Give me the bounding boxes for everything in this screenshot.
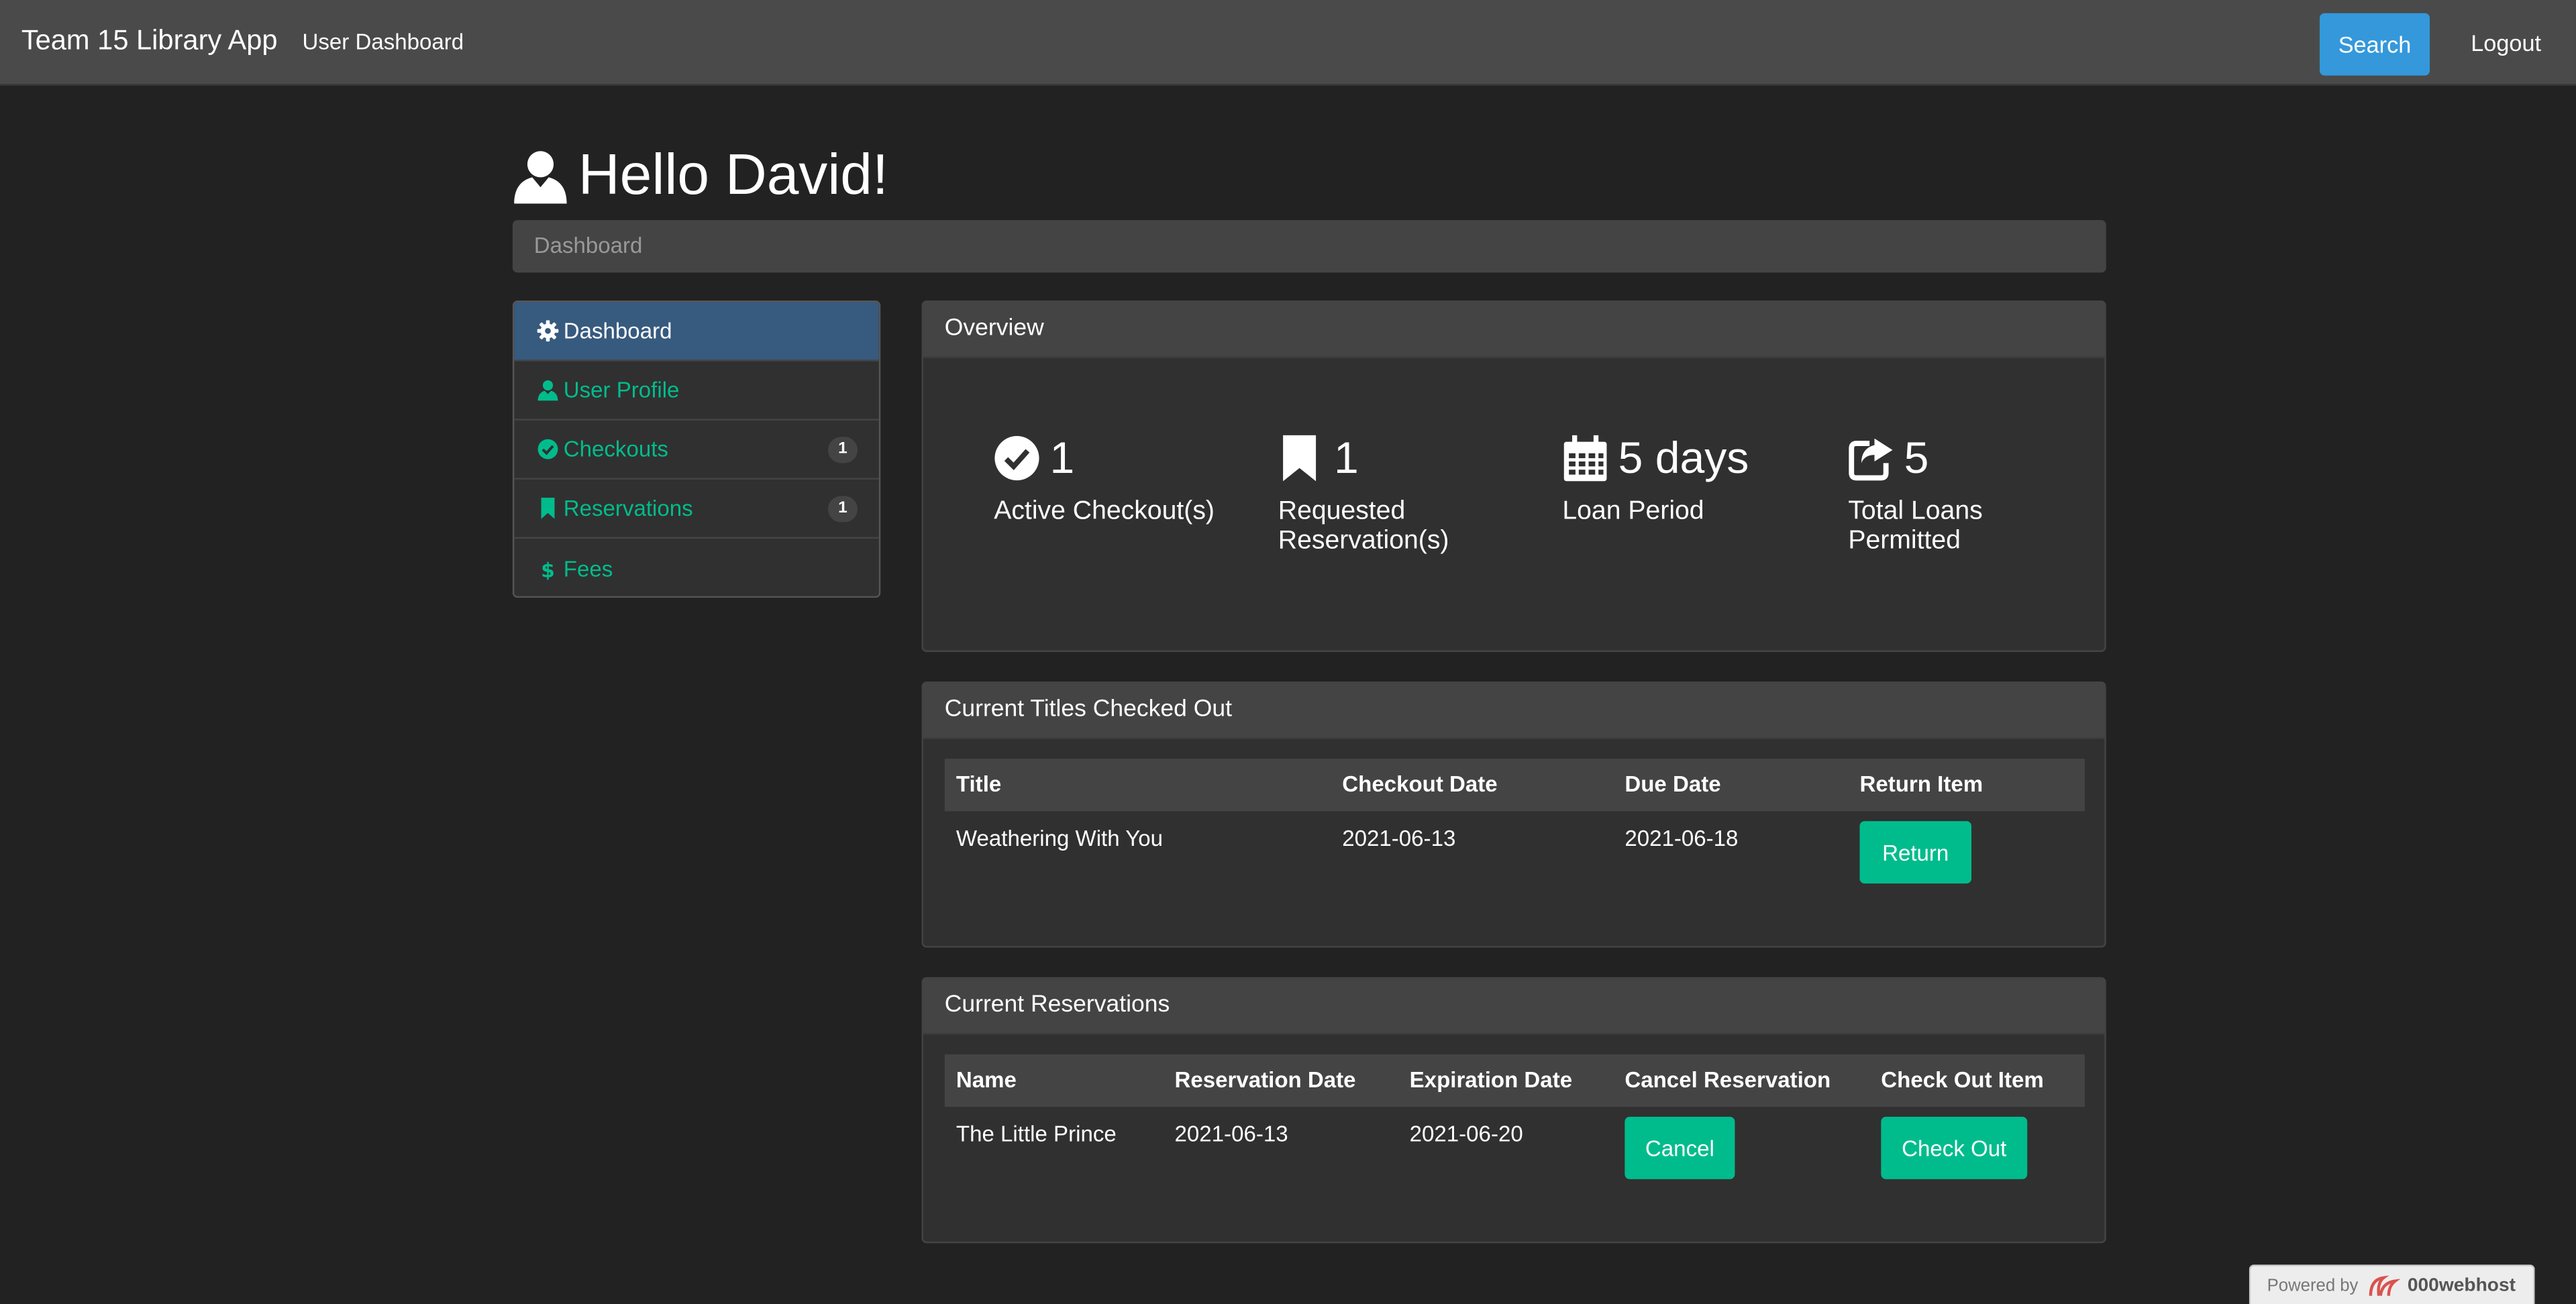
reservations-heading: Current Reservations <box>923 979 2105 1035</box>
column-header: Name <box>956 1067 1017 1093</box>
name-cell: The Little Prince <box>956 1122 1117 1146</box>
stat-label: Total Loans Permitted <box>1848 497 1983 555</box>
checkout-date-cell: 2021-06-13 <box>1342 826 1456 851</box>
check-out-button[interactable]: Check Out <box>1881 1116 2028 1179</box>
sidebar-item-fees[interactable]: $ Fees <box>514 539 879 596</box>
calendar-icon <box>1563 435 1607 482</box>
due-date-cell: 2021-06-18 <box>1625 826 1739 851</box>
sidebar-item-label: User Profile <box>563 378 680 402</box>
user-icon <box>537 380 558 401</box>
column-header: Title <box>956 771 1002 797</box>
powered-by-text: Powered by <box>2267 1275 2359 1295</box>
expiration-date-cell: 2021-06-20 <box>1409 1122 1523 1146</box>
sidebar-item-label: Checkouts <box>563 437 668 461</box>
brand-title[interactable]: Team 15 Library App <box>21 25 278 58</box>
column-header: Return Item <box>1859 771 1983 797</box>
gear-icon <box>537 320 559 342</box>
sidebar-item-checkouts[interactable]: Checkouts 1 <box>514 421 879 480</box>
column-header: Checkout Date <box>1342 771 1498 797</box>
dollar-icon: $ <box>541 558 555 579</box>
stat-label: Active Checkout(s) <box>994 497 1215 526</box>
greeting-text: Hello David! <box>578 143 888 207</box>
page-title: Hello David! <box>513 143 888 209</box>
app-root: Team 15 Library App User Dashboard Searc… <box>0 0 2576 1304</box>
reservations-table: Name Reservation Date Expiration Date Ca… <box>944 1054 2085 1189</box>
reservations-count-badge: 1 <box>827 496 858 523</box>
stat-loan-period: 5 days Loan Period <box>1562 430 1792 526</box>
overview-heading: Overview <box>923 302 2105 358</box>
breadcrumb-item: Dashboard <box>533 233 643 258</box>
title-cell: Weathering With You <box>956 826 1164 851</box>
breadcrumb: Dashboard <box>512 220 2106 273</box>
stat-label: Loan Period <box>1562 497 1704 526</box>
column-header: Reservation Date <box>1174 1067 1356 1093</box>
top-navbar: Team 15 Library App User Dashboard Searc… <box>0 0 2576 86</box>
reservations-panel: Current Reservations Name Reservation Da… <box>921 977 2106 1244</box>
stat-requested-reservations: 1 Requested Reservation(s) <box>1278 430 1508 555</box>
share-icon <box>1849 438 1893 481</box>
user-icon <box>514 151 567 204</box>
checkouts-panel: Current Titles Checked Out Title Checkou… <box>921 682 2106 948</box>
sidebar-item-label: Reservations <box>563 496 693 521</box>
column-header: Due Date <box>1625 771 1721 797</box>
powered-by-badge[interactable]: Powered by 000webhost <box>2249 1264 2535 1304</box>
sidebar-item-user-profile[interactable]: User Profile <box>514 362 879 421</box>
stat-value: 1 <box>1334 433 1359 482</box>
stat-value: 5 <box>1904 433 1929 482</box>
stat-label: Requested Reservation(s) <box>1278 497 1449 555</box>
stat-value: 5 days <box>1618 433 1749 482</box>
table-row: Weathering With You 2021-06-13 2021-06-1… <box>945 811 2085 893</box>
checkouts-count-badge: 1 <box>827 437 858 464</box>
checkouts-table: Title Checkout Date Due Date Return Item… <box>944 759 2085 893</box>
column-header: Expiration Date <box>1409 1067 1573 1093</box>
column-header: Check Out Item <box>1881 1067 2044 1093</box>
table-row: The Little Prince 2021-06-13 2021-06-20 … <box>945 1107 2085 1189</box>
stat-total-loans: 5 Total Loans Permitted <box>1848 430 2078 555</box>
bookmark-icon <box>1283 435 1317 482</box>
stat-active-checkouts: 1 Active Checkout(s) <box>994 430 1224 526</box>
table-header: Title Checkout Date Due Date Return Item <box>944 759 2085 812</box>
return-button[interactable]: Return <box>1859 821 1971 884</box>
reservation-date-cell: 2021-06-13 <box>1174 1122 1288 1146</box>
search-button[interactable]: Search <box>2319 13 2430 76</box>
sidebar-item-dashboard[interactable]: Dashboard <box>514 302 879 362</box>
nav-user-dashboard[interactable]: User Dashboard <box>302 30 464 54</box>
column-header: Cancel Reservation <box>1625 1067 1831 1093</box>
sidebar-item-label: Fees <box>563 555 613 581</box>
logout-link[interactable]: Logout <box>2471 30 2541 56</box>
webhost-name: 000webhost <box>2407 1275 2516 1295</box>
cancel-reservation-button[interactable]: Cancel <box>1625 1116 1735 1179</box>
checkouts-heading: Current Titles Checked Out <box>923 683 2105 739</box>
sidebar: Dashboard User Profile Checkouts 1 Reser… <box>512 301 881 598</box>
table-header: Name Reservation Date Expiration Date Ca… <box>944 1054 2085 1107</box>
stat-value: 1 <box>1049 433 1075 482</box>
webhost-logo-icon <box>2369 1274 2402 1295</box>
sidebar-item-reservations[interactable]: Reservations 1 <box>514 480 879 539</box>
bookmark-icon <box>541 497 555 519</box>
check-circle-icon <box>994 436 1039 481</box>
svg-text:$: $ <box>541 558 555 579</box>
sidebar-item-label: Dashboard <box>563 318 672 343</box>
overview-panel: Overview 1 Active Checkout(s) 1 Requeste… <box>921 301 2106 652</box>
check-circle-icon <box>537 439 558 459</box>
